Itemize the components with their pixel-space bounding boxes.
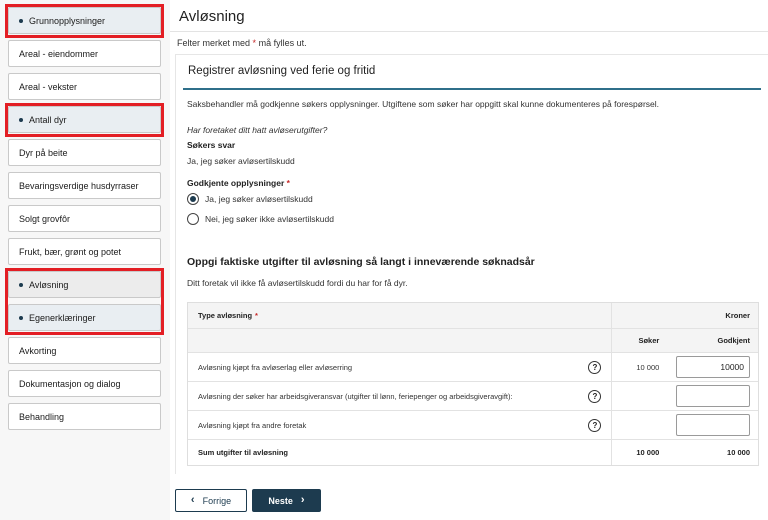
radio-yes[interactable]: Ja, jeg søker avløsertilskudd	[187, 193, 313, 205]
bullet-icon	[19, 117, 23, 122]
sidebar-item-solgt-grovfor[interactable]: Solgt grovfôr	[8, 205, 161, 232]
col-applicant-header: Søker	[611, 329, 666, 352]
approved-input[interactable]	[676, 414, 750, 436]
divider	[183, 88, 761, 90]
sidebar-item-label: Bevaringsverdige husdyrraser	[19, 180, 139, 191]
sum-approved: 10 000	[727, 448, 750, 457]
sidebar-item-label: Frukt, bær, grønt og potet	[19, 246, 122, 257]
approved-input[interactable]	[676, 356, 750, 378]
radio-unselected-icon	[187, 213, 199, 225]
sidebar-item-label: Grunnopplysninger	[29, 15, 106, 26]
answer-value: Ja, jeg søker avløsertilskudd	[187, 156, 295, 166]
help-icon[interactable]: ?	[588, 360, 602, 374]
next-button[interactable]: Neste ›	[252, 489, 321, 512]
sidebar-item-label: Areal - eiendommer	[19, 48, 99, 59]
sidebar-item-label: Avløsning	[29, 279, 69, 290]
chevron-left-icon: ‹	[190, 494, 195, 506]
divider	[170, 31, 768, 32]
question-text: Har foretaket ditt hatt avløserutgifter?	[187, 125, 328, 135]
table-row: Avløsning kjøpt fra avløserlag eller avl…	[188, 353, 758, 382]
sidebar-item-label: Antall dyr	[29, 114, 67, 125]
help-icon[interactable]: ?	[588, 418, 602, 432]
row-label: Avløsning kjøpt fra andre foretak	[198, 420, 307, 430]
approved-input[interactable]	[676, 385, 750, 407]
sidebar-item-dyr-pa-beite[interactable]: Dyr på beite	[8, 139, 161, 166]
table-row: Avløsning kjøpt fra andre foretak ?	[188, 411, 758, 440]
help-icon[interactable]: ?	[588, 389, 602, 403]
required-note: Felter merket med * må fylles ut.	[177, 38, 307, 48]
sum-label: Sum utgifter til avløsning	[198, 448, 289, 457]
sidebar-item-label: Dokumentasjon og dialog	[19, 378, 121, 389]
section-title: Oppgi faktiske utgifter til avløsning så…	[187, 256, 535, 268]
bullet-icon	[19, 282, 23, 287]
row-label: Avløsning der søker har arbeidsgiveransv…	[198, 391, 513, 401]
sidebar-item-label: Areal - vekster	[19, 81, 78, 92]
sidebar-item-label: Avkorting	[19, 345, 57, 356]
sidebar-item-dokumentasjon[interactable]: Dokumentasjon og dialog	[8, 370, 161, 397]
chevron-right-icon: ›	[300, 494, 305, 506]
sidebar-item-grunnopplysninger[interactable]: Grunnopplysninger	[8, 7, 161, 34]
sidebar-item-frukt-baer[interactable]: Frukt, bær, grønt og potet	[8, 238, 161, 265]
bullet-icon	[19, 315, 23, 320]
row-label: Avløsning kjøpt fra avløserlag eller avl…	[198, 362, 353, 372]
page-title: Avløsning	[179, 8, 245, 25]
answer-label: Søkers svar	[187, 140, 236, 150]
sidebar-item-areal-vekster[interactable]: Areal - vekster	[8, 73, 161, 100]
bullet-icon	[19, 18, 23, 23]
sidebar-item-label: Dyr på beite	[19, 147, 68, 158]
sidebar-item-label: Egenerklæringer	[29, 312, 96, 323]
sidebar-item-avlosning[interactable]: Avløsning	[8, 271, 161, 298]
table-header-row: Type avløsning * Kroner	[188, 303, 758, 329]
sidebar-item-label: Behandling	[19, 411, 65, 422]
radio-no[interactable]: Nei, jeg søker ikke avløsertilskudd	[187, 213, 334, 225]
approval-label: Godkjente opplysninger *	[187, 178, 290, 188]
sum-applicant: 10 000	[611, 440, 666, 465]
previous-button[interactable]: ‹ Forrige	[175, 489, 247, 512]
applicant-value	[611, 382, 666, 410]
col-currency-header: Kroner	[725, 311, 750, 320]
intro-text: Saksbehandler må godkjenne søkers opplys…	[187, 99, 659, 109]
section-note: Ditt foretak vil ikke få avløsertilskudd…	[187, 278, 408, 288]
table-sum-row: Sum utgifter til avløsning 10 000 10 000	[188, 440, 758, 465]
sidebar-item-bevaringsverdige-husdyrraser[interactable]: Bevaringsverdige husdyrraser	[8, 172, 161, 199]
col-type-header: Type avløsning *	[198, 311, 258, 320]
sidebar-item-antall-dyr[interactable]: Antall dyr	[8, 106, 161, 133]
radio-selected-icon	[187, 193, 199, 205]
table-subheader-row: Søker Godkjent	[188, 329, 758, 353]
sidebar-item-avkorting[interactable]: Avkorting	[8, 337, 161, 364]
sidebar-item-egenerklaeringer[interactable]: Egenerklæringer	[8, 304, 161, 331]
sidebar-nav: Grunnopplysninger Areal - eiendommer Are…	[0, 0, 170, 520]
col-approved-header: Godkjent	[717, 336, 750, 345]
applicant-value	[611, 411, 666, 439]
sidebar-item-behandling[interactable]: Behandling	[8, 403, 161, 430]
sidebar-item-areal-eiendommer[interactable]: Areal - eiendommer	[8, 40, 161, 67]
expense-table: Type avløsning * Kroner Søker Godkjent A…	[187, 302, 759, 466]
card-title: Registrer avløsning ved ferie og fritid	[188, 65, 376, 77]
sidebar-item-label: Solgt grovfôr	[19, 213, 71, 224]
table-row: Avløsning der søker har arbeidsgiveransv…	[188, 382, 758, 411]
applicant-value: 10 000	[611, 353, 666, 381]
